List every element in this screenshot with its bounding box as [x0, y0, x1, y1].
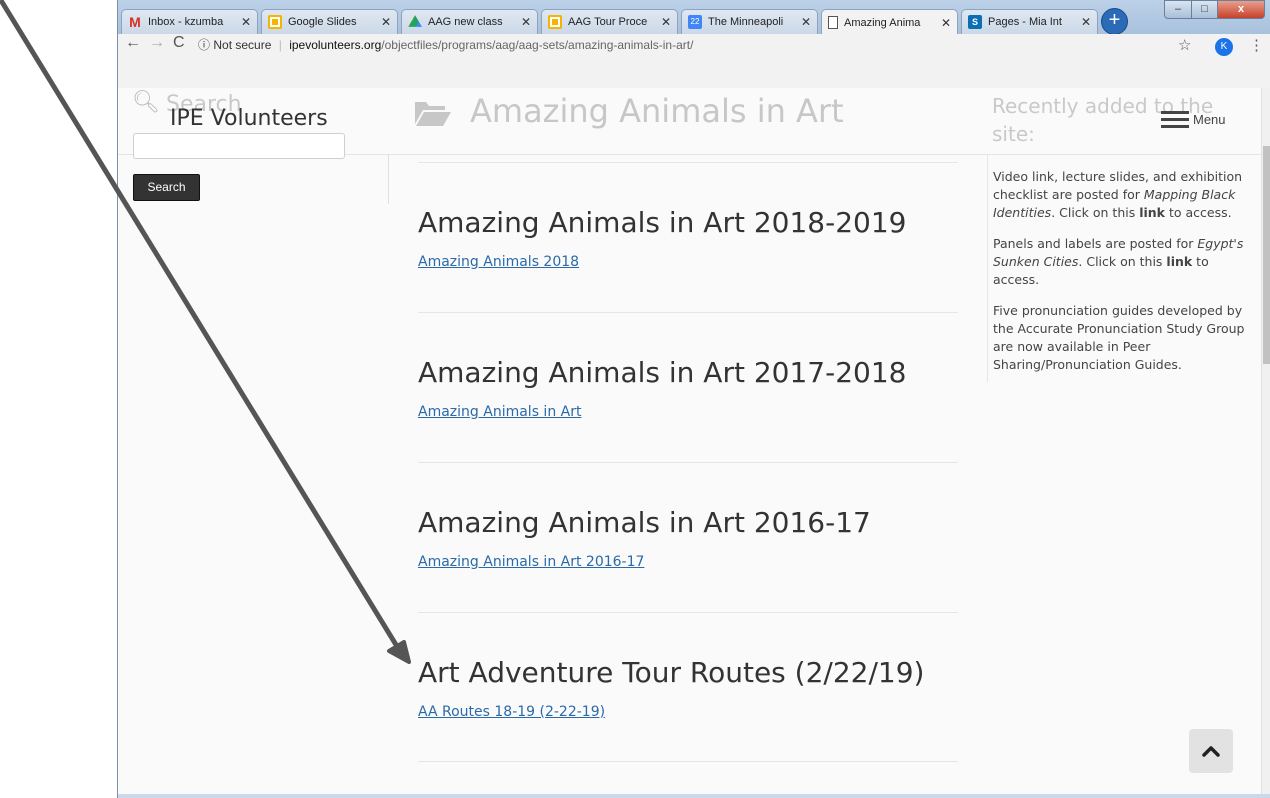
tab-gmail[interactable]: M Inbox - kzumba ✕: [121, 9, 258, 34]
hamburger-icon: [1161, 110, 1189, 128]
entry-link[interactable]: AA Routes 18-19 (2-22-19): [418, 704, 605, 720]
tab-amazing-animals[interactable]: Amazing Anima ✕: [821, 9, 958, 35]
profile-avatar[interactable]: K: [1215, 38, 1233, 56]
bookmark-star-icon[interactable]: ☆: [1178, 36, 1191, 54]
url-path: /objectfiles/programs/aag/aag-sets/amazi…: [381, 38, 694, 52]
recent-note: Panels and labels are posted for Egypt's…: [993, 236, 1244, 287]
page-scrollbar[interactable]: [1261, 88, 1270, 794]
sidebar-divider: [388, 154, 389, 204]
scroll-to-top-button[interactable]: [1189, 729, 1233, 773]
browser-menu-icon[interactable]: ⋮: [1249, 36, 1264, 54]
folder-open-icon: [415, 102, 451, 126]
close-window-button[interactable]: x: [1217, 0, 1265, 19]
browser-window: M Inbox - kzumba ✕ Google Slides ✕ AAG n…: [117, 0, 1270, 798]
close-icon[interactable]: ✕: [521, 15, 531, 29]
reload-icon[interactable]: C: [173, 34, 185, 56]
recent-note: Five pronunciation guides developed by t…: [993, 303, 1245, 372]
info-icon[interactable]: ⓘ: [198, 38, 210, 52]
slides-icon: [548, 15, 562, 29]
search-button[interactable]: Search: [133, 174, 200, 201]
forward-icon[interactable]: →: [149, 34, 165, 56]
entry-link[interactable]: Amazing Animals 2018: [418, 254, 579, 270]
entry-link[interactable]: Amazing Animals in Art: [418, 404, 581, 420]
tab-aag-new-class[interactable]: AAG new class ✕: [401, 9, 538, 34]
search-icon: 🔍︎: [132, 90, 160, 115]
tab-label: Google Slides: [288, 16, 357, 28]
menu-button[interactable]: Menu: [1161, 110, 1226, 128]
menu-label: Menu: [1193, 111, 1226, 127]
entry-link[interactable]: Amazing Animals in Art 2016-17: [418, 554, 644, 570]
security-label: Not secure: [213, 38, 272, 52]
gmail-icon: M: [129, 14, 141, 30]
page-title-text: Amazing Animals in Art: [470, 92, 844, 130]
entry-title: Art Adventure Tour Routes (2/22/19): [418, 656, 925, 689]
search-input[interactable]: [133, 133, 345, 159]
tab-label: The Minneapoli: [708, 16, 784, 28]
scrollbar-thumb[interactable]: [1263, 146, 1270, 364]
tab-label: AAG Tour Proce: [568, 16, 648, 28]
divider: [418, 462, 958, 463]
maximize-button[interactable]: □: [1191, 0, 1218, 19]
tab-google-slides[interactable]: Google Slides ✕: [261, 9, 398, 34]
site-brand[interactable]: IPE Volunteers: [170, 106, 328, 131]
entry-title: Amazing Animals in Art 2018-2019: [418, 206, 907, 239]
back-icon[interactable]: ←: [125, 34, 141, 56]
page-title: Amazing Animals in Art: [414, 92, 844, 130]
tab-label: Inbox - kzumba: [148, 16, 224, 28]
close-icon[interactable]: ✕: [661, 15, 671, 29]
tab-minneapolis[interactable]: 22 The Minneapoli ✕: [681, 9, 818, 34]
tab-label: AAG new class: [428, 16, 503, 28]
divider: [418, 162, 958, 163]
calendar-icon: 22: [688, 15, 702, 29]
new-tab-button[interactable]: +: [1101, 8, 1128, 35]
slides-icon: [268, 15, 282, 29]
url-host: ipevolunteers.org: [289, 38, 382, 52]
sharepoint-icon: S: [968, 15, 982, 29]
divider: [418, 761, 958, 762]
divider: [418, 312, 958, 313]
close-icon[interactable]: ✕: [1081, 15, 1091, 29]
tab-aag-tour-process[interactable]: AAG Tour Proce ✕: [541, 9, 678, 34]
tab-label: Amazing Anima: [844, 16, 921, 29]
minimize-button[interactable]: –: [1164, 0, 1192, 19]
close-icon[interactable]: ✕: [241, 15, 251, 29]
tab-strip: M Inbox - kzumba ✕ Google Slides ✕ AAG n…: [118, 0, 1270, 35]
chevron-up-icon: [1202, 746, 1220, 757]
drive-icon: [408, 15, 422, 27]
address-bar: ← → C ⓘ Not secure | ipevolunteers.org/o…: [118, 34, 1270, 89]
divider: [418, 612, 958, 613]
recent-note: Video link, lecture slides, and exhibiti…: [993, 169, 1243, 220]
web-page: 🔍︎ Search IPE Volunteers Amazing Animals…: [118, 88, 1261, 794]
close-icon[interactable]: ✕: [381, 15, 391, 29]
url-field[interactable]: ⓘ Not secure | ipevolunteers.org/objectf…: [198, 36, 693, 53]
close-icon[interactable]: ✕: [801, 15, 811, 29]
entry-title: Amazing Animals in Art 2016-17: [418, 506, 871, 539]
entry-title: Amazing Animals in Art 2017-2018: [418, 356, 907, 389]
tab-label: Pages - Mia Int: [988, 16, 1062, 28]
page-icon: [828, 16, 838, 29]
note-link[interactable]: link: [1166, 254, 1192, 269]
note-link[interactable]: link: [1139, 205, 1165, 220]
recent-sidebar: Video link, lecture slides, and exhibiti…: [987, 154, 1251, 382]
close-icon[interactable]: ✕: [941, 16, 951, 30]
tab-pages-mia[interactable]: S Pages - Mia Int ✕: [961, 9, 1098, 34]
